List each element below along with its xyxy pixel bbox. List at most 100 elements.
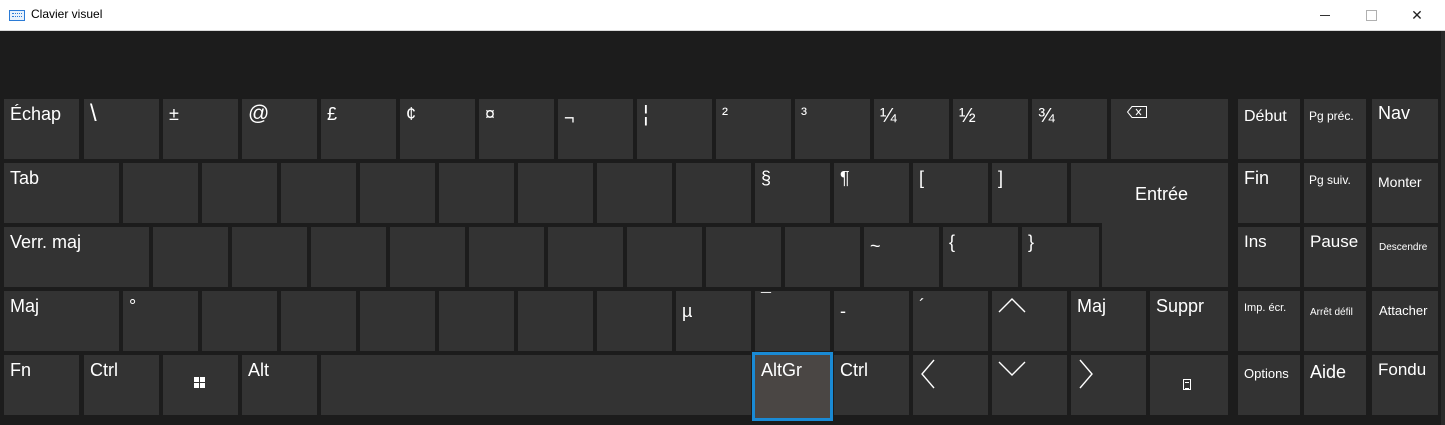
key-escape[interactable]: Échap	[4, 99, 79, 159]
key-arrow-right[interactable]	[1071, 355, 1146, 415]
key-menu[interactable]	[1150, 355, 1228, 415]
key-home[interactable]: Début	[1238, 99, 1300, 159]
key-tilde[interactable]: ~	[864, 227, 939, 287]
key-label: Ctrl	[90, 360, 118, 380]
key-end[interactable]: Fin	[1238, 163, 1300, 223]
key-fade[interactable]: Fondu	[1372, 355, 1438, 415]
close-button[interactable]: ✕	[1394, 0, 1440, 31]
key-enter-extension[interactable]	[1102, 220, 1228, 287]
key-blank-v[interactable]	[439, 291, 514, 351]
key-caps-lock[interactable]: Verr. maj	[4, 227, 149, 287]
key-label: Verr. maj	[10, 232, 82, 252]
key-blank-j[interactable]	[627, 227, 702, 287]
key-blank-q[interactable]	[123, 163, 198, 223]
key-altgr[interactable]: AltGr	[755, 355, 830, 418]
key-space[interactable]	[321, 355, 751, 415]
key-arrow-down[interactable]	[992, 355, 1067, 415]
key-label: Pause	[1310, 232, 1359, 251]
key-shift-left[interactable]: Maj	[4, 291, 119, 351]
key-shift-right[interactable]: Maj	[1071, 291, 1146, 351]
key-superscript-two[interactable]: ²	[716, 99, 791, 159]
key-left-brace[interactable]: {	[943, 227, 1018, 287]
key-currency[interactable]: ¤	[479, 99, 554, 159]
key-pound[interactable]: £	[321, 99, 396, 159]
arrow-up-icon	[998, 298, 1026, 313]
key-alt[interactable]: Alt	[242, 355, 317, 415]
key-label: Arrêt défil	[1310, 307, 1353, 318]
key-page-up[interactable]: Pg préc.	[1304, 99, 1366, 159]
key-dock[interactable]: Attacher	[1372, 291, 1438, 351]
key-blank-t[interactable]	[439, 163, 514, 223]
key-help[interactable]: Aide	[1304, 355, 1366, 415]
key-backspace[interactable]	[1111, 99, 1228, 159]
key-at[interactable]: @	[242, 99, 317, 159]
key-blank-r[interactable]	[360, 163, 435, 223]
key-three-quarters[interactable]: ¾	[1032, 99, 1107, 159]
key-blank-x[interactable]	[281, 291, 356, 351]
key-blank-e[interactable]	[281, 163, 356, 223]
key-ctrl-right[interactable]: Ctrl	[834, 355, 909, 415]
key-tab[interactable]: Tab	[4, 163, 119, 223]
key-fn[interactable]: Fn	[4, 355, 79, 415]
key-blank-a[interactable]	[153, 227, 228, 287]
key-blank-d[interactable]	[311, 227, 386, 287]
key-blank-c[interactable]	[360, 291, 435, 351]
arrow-down-icon	[998, 361, 1026, 376]
key-arrow-up[interactable]	[992, 291, 1067, 351]
key-enter[interactable]: Entrée	[1071, 163, 1228, 223]
key-arrow-left[interactable]	[913, 355, 988, 415]
key-ctrl-left[interactable]: Ctrl	[84, 355, 159, 415]
key-plusminus[interactable]: ±	[163, 99, 238, 159]
key-pause[interactable]: Pause	[1304, 227, 1366, 287]
key-blank-l[interactable]	[785, 227, 860, 287]
minimize-button[interactable]	[1302, 0, 1348, 31]
key-right-brace[interactable]: }	[1022, 227, 1099, 287]
key-blank-i[interactable]	[676, 163, 751, 223]
key-print-screen[interactable]: Imp. écr.	[1238, 291, 1300, 351]
key-delete[interactable]: Suppr	[1150, 291, 1228, 351]
key-blank-f[interactable]	[390, 227, 465, 287]
key-insert[interactable]: Ins	[1238, 227, 1300, 287]
key-move-down[interactable]: Descendre	[1372, 227, 1438, 287]
key-blank-w[interactable]	[202, 163, 277, 223]
key-label: Aide	[1310, 362, 1347, 382]
scrollbar[interactable]	[1441, 31, 1445, 425]
key-one-quarter[interactable]: ¼	[874, 99, 949, 159]
key-page-down[interactable]: Pg suiv.	[1304, 163, 1366, 223]
key-broken-bar[interactable]: ¦	[637, 99, 712, 159]
key-not[interactable]: ¬	[558, 99, 633, 159]
key-acute[interactable]: ´	[913, 291, 988, 351]
key-degree[interactable]: °	[123, 291, 198, 351]
key-label: Fin	[1244, 168, 1270, 188]
key-label: Ins	[1244, 232, 1267, 251]
key-blank-y[interactable]	[518, 163, 593, 223]
arrow-right-icon	[1079, 359, 1093, 389]
key-blank-b[interactable]	[518, 291, 593, 351]
key-blank-s[interactable]	[232, 227, 307, 287]
key-label: °	[129, 296, 137, 316]
key-blank-k[interactable]	[706, 227, 781, 287]
key-right-bracket[interactable]: ]	[992, 163, 1067, 223]
key-pilcrow[interactable]: ¶	[834, 163, 909, 223]
key-blank-u[interactable]	[597, 163, 672, 223]
key-nav[interactable]: Nav	[1372, 99, 1438, 159]
key-blank-n[interactable]	[597, 291, 672, 351]
key-blank-z[interactable]	[202, 291, 277, 351]
key-hyphen[interactable]: -	[834, 291, 909, 351]
key-macron[interactable]: ¯	[755, 291, 830, 351]
key-blank-h[interactable]	[548, 227, 623, 287]
key-left-bracket[interactable]: [	[913, 163, 988, 223]
key-superscript-three[interactable]: ³	[795, 99, 870, 159]
key-cent[interactable]: ¢	[400, 99, 475, 159]
key-mu[interactable]: µ	[676, 291, 751, 351]
key-windows[interactable]	[163, 355, 238, 415]
key-scroll-lock[interactable]: Arrêt défil	[1304, 291, 1366, 351]
key-backslash[interactable]: \	[84, 99, 159, 159]
key-move-up[interactable]: Monter	[1372, 163, 1438, 223]
key-options[interactable]: Options	[1238, 355, 1300, 415]
key-section[interactable]: §	[755, 163, 830, 223]
key-one-half[interactable]: ½	[953, 99, 1028, 159]
maximize-button[interactable]	[1348, 0, 1394, 31]
key-label: ½	[959, 105, 976, 127]
key-blank-g[interactable]	[469, 227, 544, 287]
